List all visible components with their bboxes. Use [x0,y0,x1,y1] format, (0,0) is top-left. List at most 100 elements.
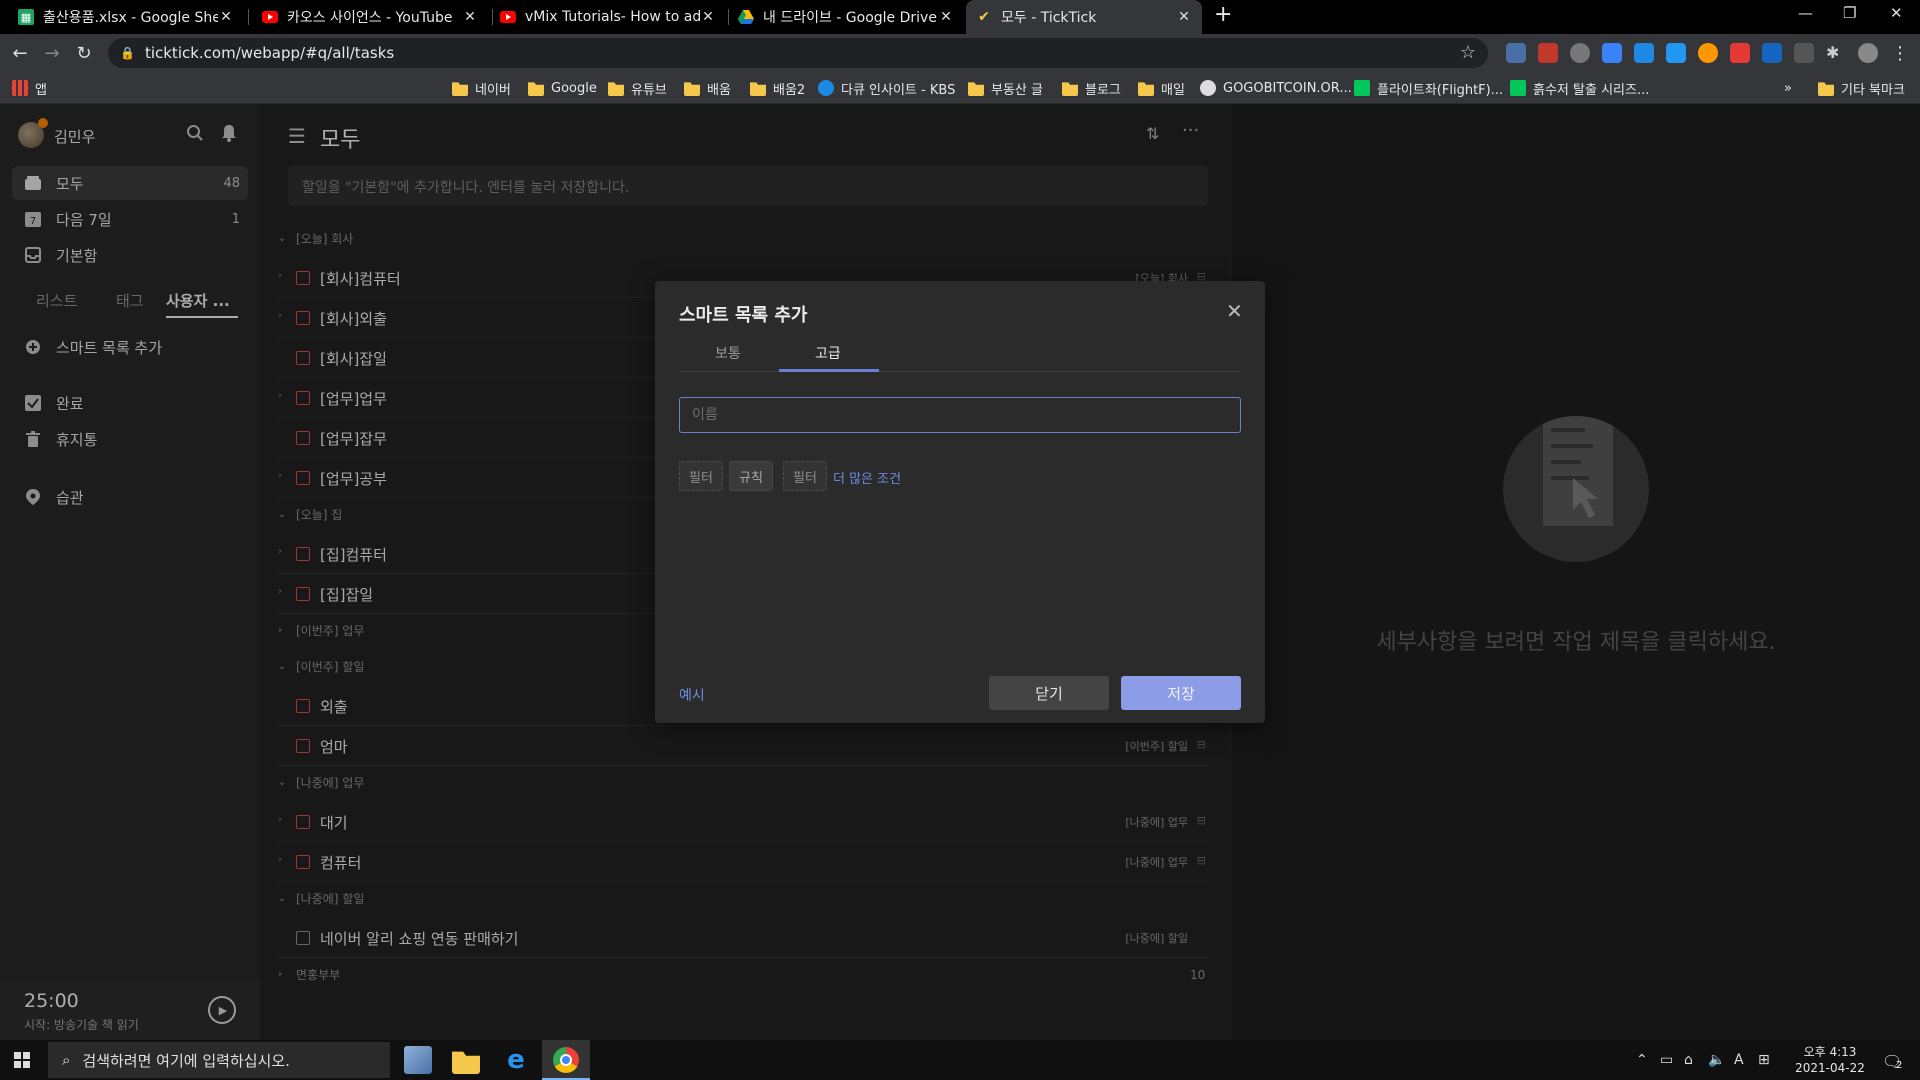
extension-eth-icon[interactable] [1794,43,1814,63]
example-link[interactable]: 예시 [679,685,705,705]
bookmark-folder-learning[interactable]: 배움 [684,78,731,98]
tab-advanced[interactable]: 고급 [815,343,841,363]
close-tab-icon[interactable]: ✕ [938,9,954,25]
tray-chevron-up-icon[interactable]: ⌃ [1636,1052,1648,1068]
bookmark-gogobitcoin[interactable]: GOGOBITCOIN.OR... [1200,78,1352,98]
drive-icon [738,9,754,25]
browser-tab-title: vMix Tutorials- How to add vMi [525,9,700,25]
bookmark-folder-learning2[interactable]: 배움2 [750,78,805,98]
browser-tab-title: 내 드라이브 - Google Drive [763,10,937,26]
bookmark-folder-realestate[interactable]: 부동산 글 [968,78,1043,98]
extension-download-icon[interactable] [1666,43,1686,63]
browser-toolbar: ← → ↻ 🔒 ticktick.com/webapp/#q/all/tasks… [0,34,1920,72]
bookmark-folder-google[interactable]: Google [528,78,597,98]
bookmark-apps[interactable]: 앱 [12,78,47,98]
tab-normal[interactable]: 보통 [715,343,741,363]
taskbar-clock[interactable]: 오후 4:13 2021-04-22 [1790,1044,1870,1076]
profile-avatar-icon[interactable] [1858,43,1878,63]
clock-time: 오후 4:13 [1803,1045,1857,1059]
close-tab-icon[interactable]: ✕ [462,9,478,25]
restore-icon[interactable]: ❐ [1843,4,1856,22]
dialog-title: 스마트 목록 추가 [679,305,808,326]
folder-icon [528,82,544,96]
extensions-puzzle-icon[interactable]: ✱ [1826,43,1846,63]
internet-explorer-icon[interactable]: e [502,1046,530,1074]
browser-tab-drive[interactable]: 내 드라이브 - Google Drive ✕ [728,0,964,34]
tray-network-icon[interactable]: ⌂ [1684,1052,1693,1068]
ticktick-icon: ✔ [978,9,990,25]
extension-owl-icon[interactable] [1698,43,1718,63]
tray-battery-icon[interactable]: ▭ [1660,1052,1673,1068]
bookmark-folder-other[interactable]: 기타 북마크 [1818,78,1905,98]
taskbar-app-icon[interactable] [404,1046,432,1074]
windows-start-icon[interactable] [14,1052,30,1068]
forward-arrow-icon[interactable]: → [40,41,64,65]
menu-dots-icon[interactable]: ⋮ [1888,41,1912,65]
file-explorer-icon[interactable] [452,1051,480,1074]
tray-ime-icon[interactable]: ⊞ [1758,1052,1770,1068]
filter-chip[interactable]: 필터 [679,461,723,491]
browser-tab-sheets[interactable]: ▦ 출산용품.xlsx - Google Sheets ✕ [8,0,244,34]
bookmark-flightf[interactable]: 플라이트좌(FlightF)... [1354,78,1503,98]
extension-diamond-icon[interactable] [1602,43,1622,63]
url-text: ticktick.com/webapp/#q/all/tasks [144,44,395,62]
taskbar-search-input[interactable]: ⌕ 검색하려면 여기에 입력하십시오. [48,1042,390,1078]
ticktick-app: 김민우 모두 48 7 다음 7일 1 기본함 리스트 태그 사용자 ... 스… [0,104,1920,1040]
folder-icon [1062,82,1078,96]
browser-tab-ticktick[interactable]: ✔ 모두 - TickTick ✕ [966,0,1202,34]
youtube-icon [500,9,516,25]
tray-input-method-icon[interactable]: A [1734,1052,1744,1068]
window-close-icon[interactable]: ✕ [1890,4,1903,22]
bookmark-folder-youtube[interactable]: 유튜브 [608,78,667,98]
add-smart-list-dialog: 스마트 목록 추가 ✕ 보통 고급 필터 규칙 필터 더 많은 조건 예시 닫기… [655,281,1265,723]
reload-icon[interactable]: ↻ [72,41,96,65]
extension-gmail-icon[interactable] [1538,43,1558,63]
lock-icon: 🔒 [120,46,135,60]
minimize-icon[interactable]: — [1798,4,1813,22]
tray-volume-icon[interactable]: 🔈 [1708,1052,1725,1068]
bookmark-folder-daily[interactable]: 매일 [1138,78,1185,98]
browser-tab-bar: ▦ 출산용품.xlsx - Google Sheets ✕ 카오스 사이언스 -… [0,0,1920,34]
extension-s-icon[interactable] [1762,43,1782,63]
bookmark-star-icon[interactable]: ☆ [1460,42,1476,63]
windows-taskbar: ⌕ 검색하려면 여기에 입력하십시오. e ⌃ ▭ ⌂ 🔈 A ⊞ 오후 4:1… [0,1040,1920,1080]
address-bar[interactable]: 🔒 ticktick.com/webapp/#q/all/tasks ☆ [108,38,1488,68]
more-conditions-link[interactable]: 더 많은 조건 [833,468,901,487]
folder-icon [1138,82,1154,96]
bookmark-folder-blog[interactable]: 블로그 [1062,78,1121,98]
bookmark-folder-naver[interactable]: 네이버 [452,78,511,98]
rule-chip[interactable]: 규칙 [729,461,773,491]
sheets-icon: ▦ [18,9,34,25]
youtube-icon [262,9,278,25]
kbs-icon [818,80,834,96]
filter-chip[interactable]: 필터 [783,461,827,491]
extension-d-icon[interactable] [1634,43,1654,63]
close-tab-icon[interactable]: ✕ [1176,9,1192,25]
folder-icon [452,82,468,96]
browser-tab-youtube-1[interactable]: 카오스 사이언스 - YouTube ✕ [252,0,488,34]
folder-icon [1818,82,1834,96]
save-button[interactable]: 저장 [1121,676,1241,710]
close-icon[interactable]: ✕ [1226,299,1243,323]
bookmark-kbs[interactable]: 다큐 인사이트 - KBS [818,78,955,98]
taskbar-chrome-active[interactable] [542,1040,590,1080]
extension-calendar-icon[interactable] [1506,43,1526,63]
bookmark-soil-spoon[interactable]: 흙수저 탈출 시리즈... [1510,78,1649,98]
close-button[interactable]: 닫기 [989,676,1109,710]
apps-grid-icon [12,80,28,96]
extension-pen-icon[interactable] [1730,43,1750,63]
close-tab-icon[interactable]: ✕ [218,9,234,25]
bookmark-overflow[interactable]: » [1784,78,1792,98]
smart-list-name-input[interactable] [679,397,1241,433]
extension-pocket-icon[interactable] [1570,43,1590,63]
folder-icon [608,82,624,96]
new-tab-plus-icon[interactable]: + [1214,2,1232,27]
globe-icon [1200,80,1216,96]
browser-tab-youtube-2[interactable]: vMix Tutorials- How to add vMi ✕ [490,0,726,34]
browser-tab-title: 출산용품.xlsx - Google Sheets [43,10,218,26]
close-tab-icon[interactable]: ✕ [700,9,716,25]
tab-divider [679,371,1241,372]
chrome-center-icon [560,1054,572,1066]
back-arrow-icon[interactable]: ← [8,41,32,65]
naver-green-icon [1510,80,1526,96]
